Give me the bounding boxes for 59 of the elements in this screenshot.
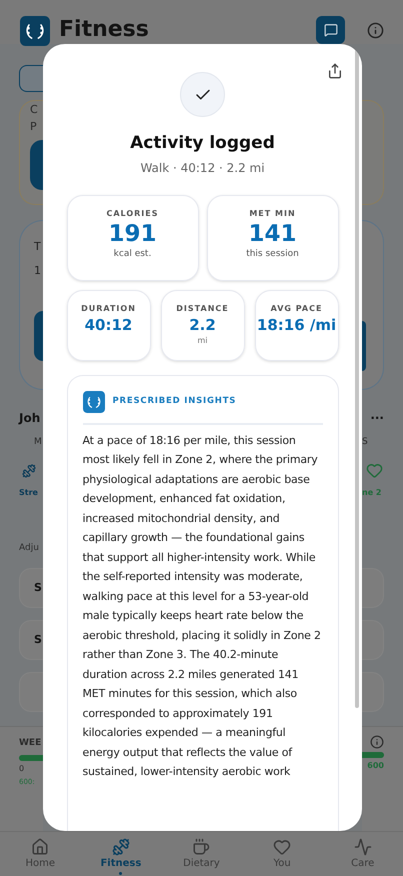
card-text: 1 <box>34 263 42 279</box>
heart-icon <box>273 838 292 856</box>
stat-label: MET MIN <box>249 208 296 220</box>
insights-text: At a pace of 18:16 per mile, this session most likely fell in Zone 2, where the primary physiological adaptations are aerobic base development, enhanced fat oxidation, increased mitochondrial density, and capillary growth — the foundational gains that support all higher-intensity work. While the self-reported intensity was moderate, walking pace at this level for a 53-year-old male typically keeps heart rate below the aerobic threshold, placing it solidly in Zone 2 rather than Zone 3. The 40.2-minute duration across 2.2 miles generated 141 MET minutes for this session, which also corresponded to approximately 191 kilocalories expended — a meaningful energy output that reflects the value of sustained, lower-intensity aerobic work <box>82 432 322 780</box>
nav-tab[interactable]: Care <box>332 838 393 871</box>
card-button-edge[interactable] <box>30 140 43 190</box>
dumbbell-icon <box>112 838 130 856</box>
stat-value: 18:16 /mi <box>256 314 336 334</box>
cup-icon <box>192 838 210 856</box>
nav-tab[interactable]: Home <box>10 838 70 871</box>
modal-title: Activity logged <box>130 132 275 155</box>
option-card-edge[interactable]: S <box>19 620 43 660</box>
weekly-max: 600 <box>367 761 384 771</box>
member-name: Joh <box>19 410 42 426</box>
ring-label: Stre <box>19 488 39 498</box>
stat-label: DURATION <box>81 302 136 314</box>
stat-value: 40:12 <box>84 314 132 334</box>
card-button-edge[interactable] <box>362 321 366 371</box>
chat-icon <box>324 23 338 37</box>
card-text: C <box>30 102 39 118</box>
chat-button[interactable] <box>316 16 345 44</box>
stat-unit: kcal est. <box>114 248 152 260</box>
card-text: T <box>34 239 42 255</box>
logo-icon <box>82 390 104 412</box>
ring-heading: S <box>362 436 369 448</box>
nav-tab[interactable]: You <box>252 838 312 871</box>
scrollbar[interactable] <box>355 48 359 708</box>
filter-tab[interactable] <box>19 65 43 92</box>
stat-label: AVG PACE <box>270 302 322 314</box>
heart-icon <box>366 462 383 479</box>
option-card-edge[interactable]: S <box>19 568 43 608</box>
stat-value: 2.2 <box>189 314 216 334</box>
stat-value: 141 <box>248 220 296 248</box>
ring-heading: M <box>33 436 43 448</box>
stat-unit: mi <box>197 334 208 346</box>
nav-tab[interactable]: Dietary <box>171 838 232 871</box>
stat-label: DISTANCE <box>176 302 229 314</box>
insights-title: PRESCRIBED INSIGHTS <box>112 395 236 408</box>
modal-subtitle: Walk · 40:12 · 2.2 mi <box>140 160 265 176</box>
stat-label: CALORIES <box>106 208 159 220</box>
more-button[interactable]: ··· <box>370 410 384 426</box>
card-button-edge[interactable] <box>34 311 43 361</box>
pulse-icon <box>354 838 372 856</box>
weekly-min: 0 <box>19 764 26 774</box>
app-title: Fitness <box>59 16 149 44</box>
nav-tab[interactable]: Fitness <box>90 838 151 875</box>
weekly-label: WEE <box>19 737 42 749</box>
adjust-label: Adju <box>19 542 40 554</box>
card-text: P <box>30 119 38 135</box>
stat-unit: this session <box>246 248 299 260</box>
info-icon[interactable] <box>370 735 384 749</box>
weekly-fill <box>362 752 384 758</box>
info-icon[interactable] <box>367 22 384 39</box>
logo-icon <box>19 16 51 46</box>
share-icon[interactable] <box>327 63 343 79</box>
house-icon <box>31 838 50 856</box>
dumbbell-icon <box>22 464 36 478</box>
stat-value: 191 <box>108 220 156 248</box>
ring-label: ne 2 <box>362 488 382 498</box>
